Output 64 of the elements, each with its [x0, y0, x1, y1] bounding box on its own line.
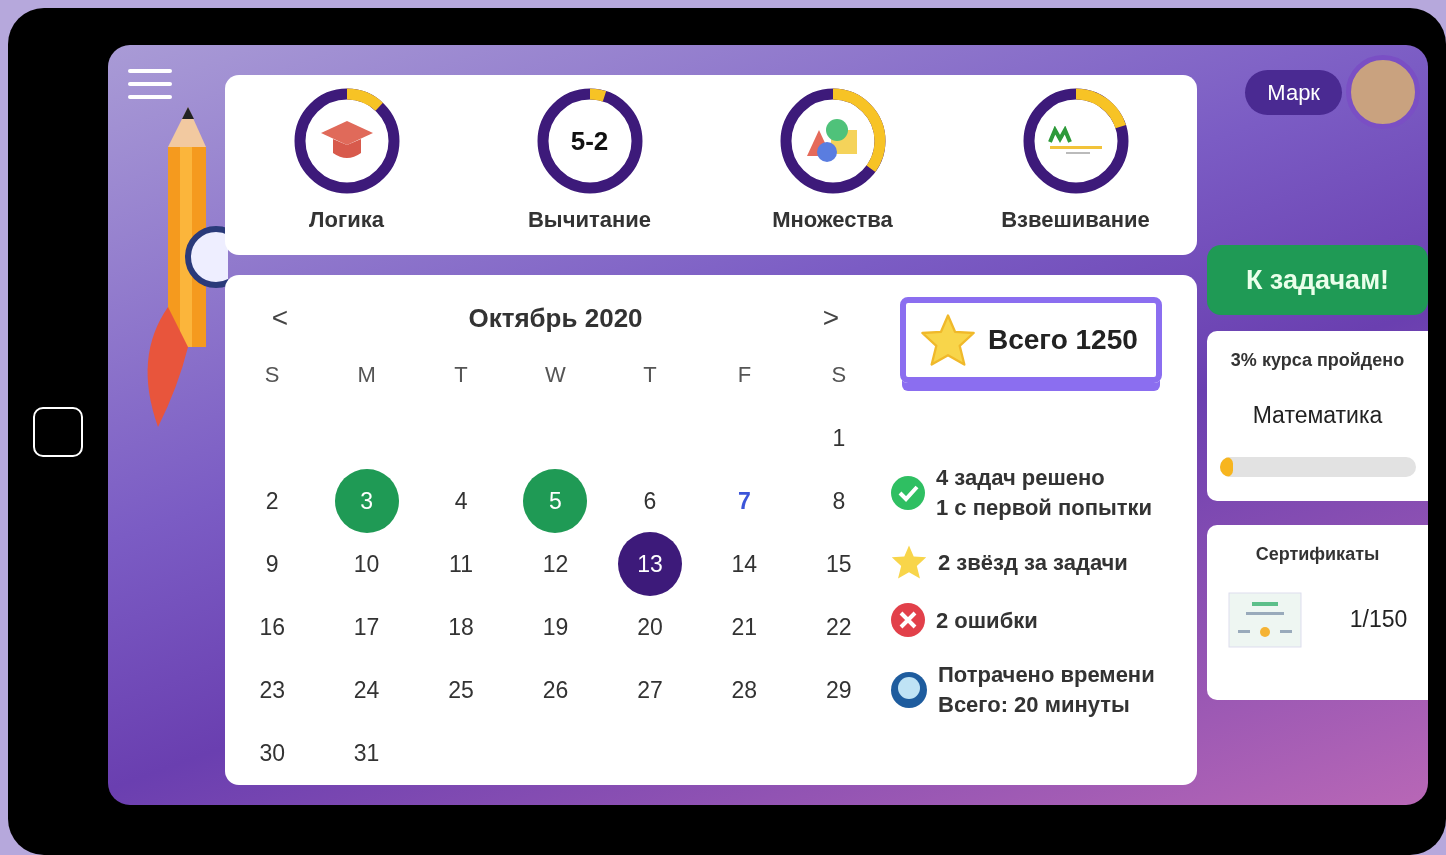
user-name[interactable]: Марк	[1245, 69, 1342, 115]
calendar-day[interactable]: 20	[617, 595, 682, 659]
calendar-day[interactable]: 29	[806, 658, 871, 722]
weekday-label: S	[831, 361, 847, 389]
calendar-day[interactable]: 18	[429, 595, 494, 659]
error-icon	[890, 602, 926, 639]
subject-name: Математика	[1252, 401, 1383, 430]
calendar-day[interactable]: 23	[240, 658, 305, 722]
calendar-day[interactable]: 12	[523, 532, 588, 596]
calendar-day[interactable]: 3	[334, 469, 399, 533]
certificates-title: Сертификаты	[1255, 542, 1380, 566]
star-icon	[890, 544, 928, 581]
calendar-day[interactable]: 24	[334, 658, 399, 722]
calendar-day[interactable]: 27	[617, 658, 682, 722]
calendar-day[interactable]: 10	[334, 532, 399, 596]
calendar-day[interactable]: 13	[617, 532, 682, 596]
calendar-day[interactable]: 16	[240, 595, 305, 659]
calendar-day[interactable]: 30	[240, 721, 305, 785]
menu-icon[interactable]	[128, 67, 172, 101]
stat-text: Потрачено времени Всего: 20 минуты	[938, 661, 1155, 720]
skill-title[interactable]: Множества	[772, 203, 893, 236]
skill-title[interactable]: Вычитание	[528, 203, 651, 236]
weekday-label: M	[357, 361, 376, 389]
stat-text: 2 звёзд за задачи	[938, 548, 1128, 577]
calendar-day[interactable]: 5	[523, 469, 588, 533]
calendar-day[interactable]: 8	[806, 469, 871, 533]
calendar-day[interactable]: 1	[806, 406, 871, 470]
check-icon	[890, 474, 926, 511]
skill-title[interactable]: Логика	[309, 203, 384, 236]
star-icon	[920, 313, 976, 367]
skill-title[interactable]: Взвешивание	[1001, 203, 1150, 236]
next-month-button[interactable]: >	[776, 296, 886, 340]
calendar-day[interactable]: 25	[429, 658, 494, 722]
home-button[interactable]	[33, 406, 83, 457]
certificate-thumbnail[interactable]	[1227, 591, 1302, 648]
calendar-day[interactable]: 28	[712, 658, 777, 722]
weekday-label: F	[737, 361, 752, 389]
timer-icon	[890, 671, 928, 710]
month-title: Октябрь 2020	[467, 301, 644, 335]
calendar-day[interactable]: 21	[712, 595, 777, 659]
calendar-day[interactable]: 4	[429, 469, 494, 533]
calendar-day[interactable]: 15	[806, 532, 871, 596]
calendar-day[interactable]: 6	[617, 469, 682, 533]
weekday-label: T	[643, 361, 657, 389]
weekday-label: S	[264, 361, 280, 389]
calendar-day[interactable]: 2	[240, 469, 305, 533]
calendar-day[interactable]: 14	[712, 532, 777, 596]
certificates-count: 1/150	[1349, 605, 1408, 635]
calendar-day[interactable]: 31	[334, 721, 399, 785]
calendar-day[interactable]: 19	[523, 595, 588, 659]
course-progress-caption: 3% курса пройдено	[1230, 349, 1405, 372]
subtraction-label: 5-2	[570, 124, 609, 158]
calendar-day[interactable]: 11	[429, 532, 494, 596]
calendar-day[interactable]: 9	[240, 532, 305, 596]
stat-text: 2 ошибки	[936, 606, 1038, 635]
calendar-day[interactable]: 7	[712, 469, 777, 533]
previous-month-button[interactable]: <	[225, 296, 335, 340]
score-total: Всего 1250	[988, 323, 1138, 357]
calendar-day[interactable]: 26	[523, 658, 588, 722]
weekday-label: W	[545, 361, 566, 389]
calendar-day[interactable]: 22	[806, 595, 871, 659]
weekday-label: T	[454, 361, 468, 389]
calendar-day[interactable]: 17	[334, 595, 399, 659]
stat-text: 4 задач решено 1 с первой попытки	[936, 464, 1153, 522]
